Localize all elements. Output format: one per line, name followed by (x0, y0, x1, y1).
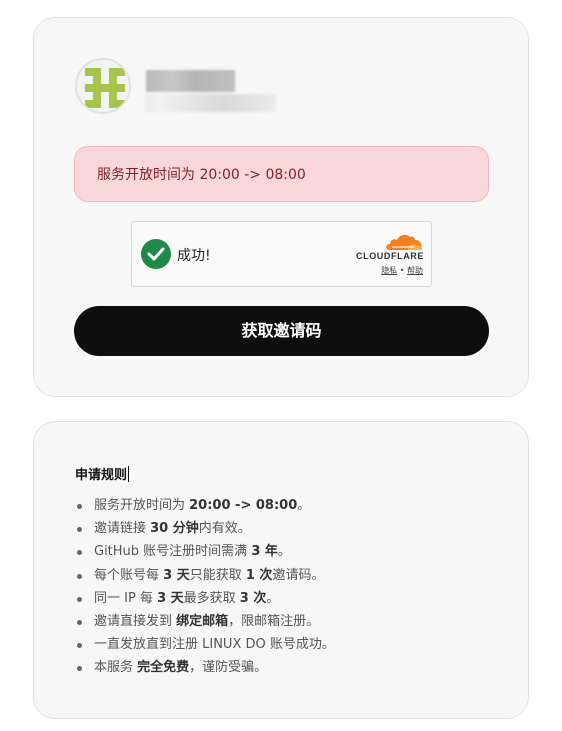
rule-text: 邀请链接 (94, 521, 151, 537)
rule-text: 。 (277, 544, 291, 560)
link-separator: • (399, 266, 405, 275)
rule-text: 本服务 (94, 660, 138, 676)
rules-heading: 申请规则 (75, 464, 130, 483)
rule-emphasis: 3 次 (239, 590, 267, 606)
rule-item: 邀请直接发到 绑定邮箱，限邮箱注册。 (75, 610, 335, 633)
rule-item: 每个账号每 3 天只能获取 1 次邀请码。 (75, 564, 335, 587)
rule-item: GitHub 账号注册时间需满 3 年。 (75, 540, 335, 563)
rule-text: 同一 IP 每 (94, 590, 158, 606)
cloudflare-captcha-widget[interactable]: 成功! CLOUDFLARE 隐私 • 帮助 (131, 221, 432, 287)
rules-card: 申请规则 服务开放时间为 20:00 -> 08:00。 邀请链接 30 分钟内有… (33, 421, 529, 719)
rule-text: ，谨防受骗。 (189, 660, 268, 676)
identicon-avatar-icon (85, 68, 125, 108)
rule-text: 一直发放直到注册 LINUX DO 账号成功。 (94, 637, 335, 653)
captcha-status-text: 成功! (177, 248, 211, 264)
invite-card: 服务开放时间为 20:00 -> 08:00 成功! CLOUDFLARE 隐私… (33, 17, 529, 397)
rule-text: 。 (297, 498, 311, 513)
rule-emphasis: 1 次 (245, 567, 273, 583)
rule-text: 邀请直接发到 (94, 613, 177, 629)
privacy-link[interactable]: 隐私 (381, 266, 397, 275)
cloudflare-cloud-icon (386, 234, 422, 250)
rule-text: ，限邮箱注册。 (228, 613, 320, 629)
rule-emphasis: 完全免费 (137, 660, 190, 676)
text-cursor (128, 466, 130, 482)
rule-item: 同一 IP 每 3 天最多获取 3 次。 (75, 587, 335, 610)
rule-emphasis: 20:00 -> 08:00 (189, 498, 298, 513)
rule-emphasis: 3 年 (251, 544, 278, 560)
rule-item: 一直发放直到注册 LINUX DO 账号成功。 (75, 633, 335, 656)
rule-item: 服务开放时间为 20:00 -> 08:00。 (75, 494, 335, 517)
rules-title-text: 申请规则 (75, 468, 128, 483)
rule-text: 。 (266, 590, 280, 606)
rule-text: 内有效。 (198, 521, 251, 537)
rule-emphasis: 3 天 (157, 590, 184, 606)
help-link[interactable]: 帮助 (407, 266, 423, 275)
check-circle-icon (141, 239, 171, 269)
rule-emphasis: 3 天 (163, 567, 190, 583)
rule-emphasis: 绑定邮箱 (176, 613, 229, 629)
rule-item: 本服务 完全免费，谨防受骗。 (75, 656, 335, 679)
blurred-user-info (146, 94, 276, 112)
rule-text: 最多获取 (183, 590, 240, 606)
rule-text: GitHub 账号注册时间需满 (94, 544, 252, 560)
rule-text: 每个账号每 (94, 567, 164, 583)
cloudflare-brand: CLOUDFLARE (356, 251, 424, 261)
service-hours-notice: 服务开放时间为 20:00 -> 08:00 (74, 146, 489, 202)
rule-item: 邀请链接 30 分钟内有效。 (75, 517, 335, 540)
get-invite-code-button[interactable]: 获取邀请码 (74, 306, 489, 356)
rules-list: 服务开放时间为 20:00 -> 08:00。 邀请链接 30 分钟内有效。 Git… (75, 494, 335, 680)
rule-text: 邀请码。 (272, 567, 325, 583)
rule-text: 只能获取 (189, 567, 246, 583)
blurred-username (146, 70, 235, 92)
rule-text: 服务开放时间为 (94, 498, 190, 513)
rule-emphasis: 30 分钟 (150, 521, 199, 537)
user-avatar (75, 58, 131, 114)
captcha-links: 隐私 • 帮助 (381, 265, 423, 276)
